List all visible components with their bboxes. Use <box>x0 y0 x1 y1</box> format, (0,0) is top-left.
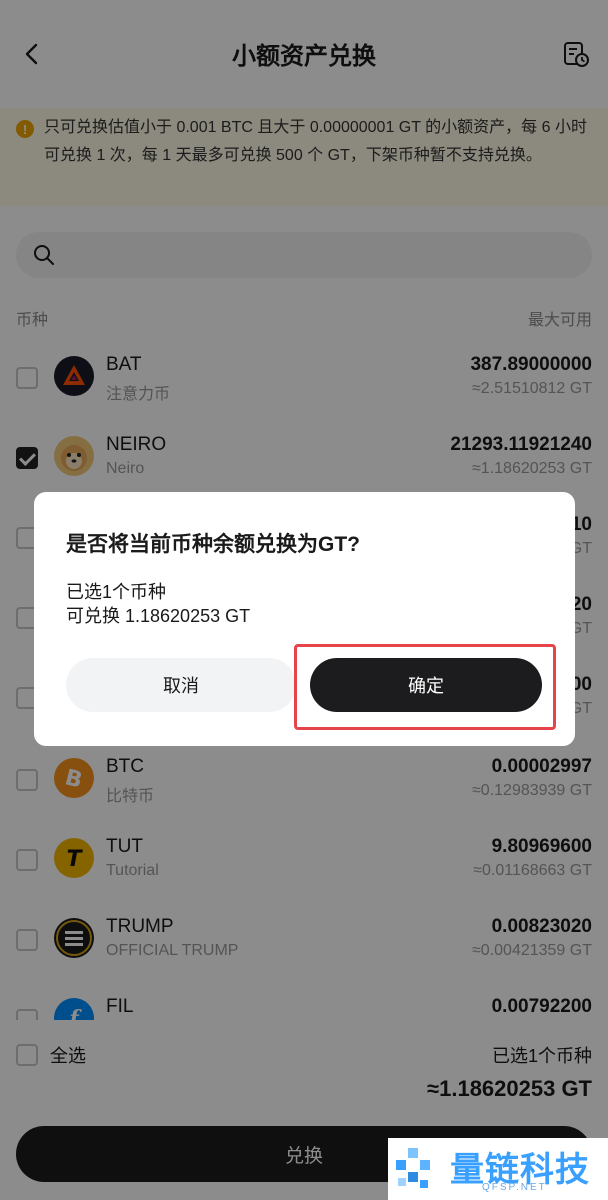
watermark-logo: 量链科技 QFSP.NET <box>388 1138 608 1200</box>
dialog-exchange-amount: 可兑换 1.18620253 GT <box>66 606 251 626</box>
watermark-mark-icon <box>396 1148 430 1188</box>
page: 小额资产兑换 ! 只可兑换估值小于 0.001 BTC 且大于 0.000000… <box>0 0 608 1200</box>
dialog-selected-count: 已选1个币种 <box>66 582 167 602</box>
highlight-annotation <box>294 644 556 730</box>
watermark-subtitle: QFSP.NET <box>482 1182 547 1193</box>
dialog-title: 是否将当前币种余额兑换为GT? <box>66 533 360 556</box>
cancel-button[interactable]: 取消 <box>66 658 296 712</box>
